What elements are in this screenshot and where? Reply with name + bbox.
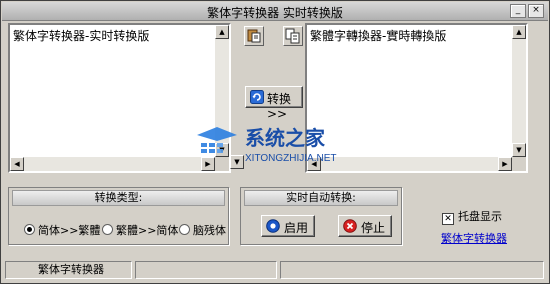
- watermark-brand: 系统之家: [245, 126, 326, 150]
- status-text: 繁体字转换器: [38, 263, 104, 276]
- stop-button[interactable]: 停止: [338, 215, 392, 237]
- stop-icon: [343, 219, 357, 233]
- close-button[interactable]: ×: [528, 4, 544, 18]
- checkbox-checked-icon: ✕: [442, 213, 454, 225]
- copy-button[interactable]: [283, 26, 303, 46]
- source-horizontal-scrollbar[interactable]: ◀ ▶: [10, 157, 215, 171]
- radio-unchecked-icon: [179, 224, 190, 235]
- title-bar: 繁体字转换器 实时转换版 _ ×: [2, 2, 548, 21]
- convert-icon: [250, 90, 264, 104]
- converter-link[interactable]: 繁体字转换器: [441, 230, 507, 246]
- radio-label: 繁體>>简体: [116, 224, 179, 237]
- convert-label: 转换>>: [267, 92, 292, 121]
- scroll-down-arrow-icon[interactable]: ▼: [512, 143, 526, 157]
- copy-icon: [285, 28, 300, 44]
- conversion-type-title: 转换类型:: [12, 190, 225, 206]
- radio-checked-icon: [24, 224, 35, 235]
- radio-martian-script[interactable]: 脑残体: [179, 222, 226, 238]
- result-text: 繁體字轉換器-實時轉換版: [310, 29, 447, 43]
- scroll-corner: [512, 157, 526, 171]
- scroll-up-arrow-icon[interactable]: ▲: [215, 25, 229, 39]
- stop-label: 停止: [361, 221, 386, 235]
- source-text: 繁体字转换器-实时转换版: [13, 29, 150, 43]
- radio-traditional-to-simplified[interactable]: 繁體>>简体: [102, 222, 178, 238]
- start-icon: [266, 219, 280, 233]
- result-vertical-scrollbar[interactable]: ▲ ▼: [512, 25, 526, 157]
- status-bar: 繁体字转换器: [5, 261, 545, 279]
- radio-unchecked-icon: [102, 224, 113, 235]
- tray-label: 托盘显示: [458, 210, 502, 223]
- auto-convert-title: 实时自动转换:: [244, 190, 398, 206]
- scroll-up-arrow-icon[interactable]: ▲: [512, 25, 526, 39]
- status-panel-1: 繁体字转换器: [5, 261, 132, 279]
- convert-button[interactable]: 转换>>: [245, 86, 303, 121]
- scroll-right-arrow-icon[interactable]: ▶: [498, 157, 512, 171]
- scroll-left-arrow-icon[interactable]: ◀: [10, 157, 24, 171]
- watermark-logo: 系统之家 XITONGZHIJIA.NET: [197, 126, 337, 164]
- radio-label: 脑残体: [193, 224, 226, 237]
- start-button[interactable]: 启用: [261, 215, 315, 237]
- conversion-type-group: 转换类型: 简体>>繁體 繁體>>简体 脑残体: [8, 187, 229, 245]
- auto-convert-group: 实时自动转换: 启用 停止: [240, 187, 402, 245]
- minimize-button[interactable]: _: [510, 4, 526, 18]
- paste-icon: [247, 29, 261, 43]
- status-panel-3: [280, 261, 544, 279]
- tray-checkbox[interactable]: ✕ 托盘显示: [442, 208, 502, 225]
- paste-button[interactable]: [244, 26, 264, 46]
- main-window: 繁体字转换器 实时转换版 _ × 繁体字转换器-实时转换版 ▲ ▼ ◀ ▶: [0, 0, 550, 284]
- status-panel-2: [135, 261, 277, 279]
- window-title: 繁体字转换器 实时转换版: [207, 6, 343, 20]
- start-label: 启用: [284, 221, 309, 235]
- radio-simplified-to-traditional[interactable]: 简体>>繁體: [24, 222, 100, 238]
- watermark-url: XITONGZHIJIA.NET: [245, 153, 337, 164]
- radio-label: 简体>>繁體: [38, 224, 101, 237]
